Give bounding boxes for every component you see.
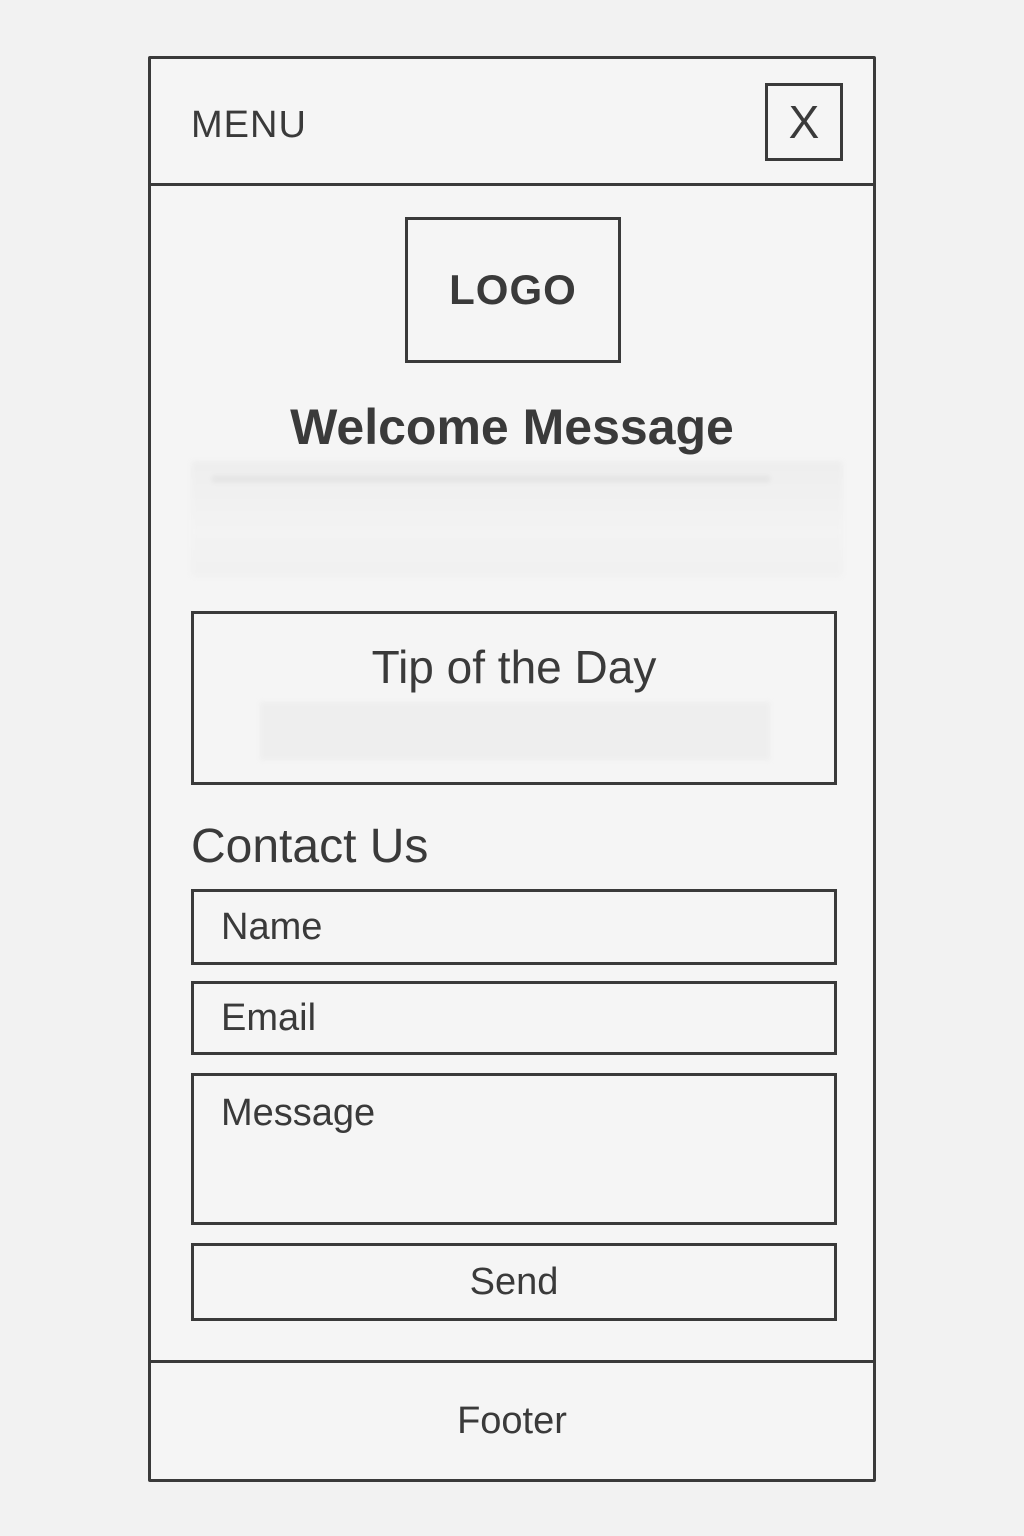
- welcome-message-body-placeholder: [191, 461, 843, 577]
- menu-label[interactable]: MENU: [191, 103, 307, 147]
- name-input[interactable]: [191, 889, 837, 965]
- logo: LOGO: [405, 217, 621, 363]
- message-textarea[interactable]: [191, 1073, 837, 1225]
- send-button[interactable]: Send: [191, 1243, 837, 1321]
- mobile-frame: MENU X LOGO Welcome Message Tip of the D…: [148, 56, 876, 1482]
- contact-us-heading: Contact Us: [191, 820, 429, 873]
- tip-of-the-day-body-placeholder: [260, 702, 770, 760]
- tip-of-the-day-card: Tip of the Day: [191, 611, 837, 785]
- footer: Footer: [151, 1360, 873, 1479]
- close-button[interactable]: X: [765, 83, 843, 161]
- welcome-message-title: Welcome Message: [290, 399, 734, 455]
- header-bar: MENU X: [151, 59, 873, 186]
- tip-of-the-day-title: Tip of the Day: [371, 641, 657, 693]
- email-input[interactable]: [191, 981, 837, 1055]
